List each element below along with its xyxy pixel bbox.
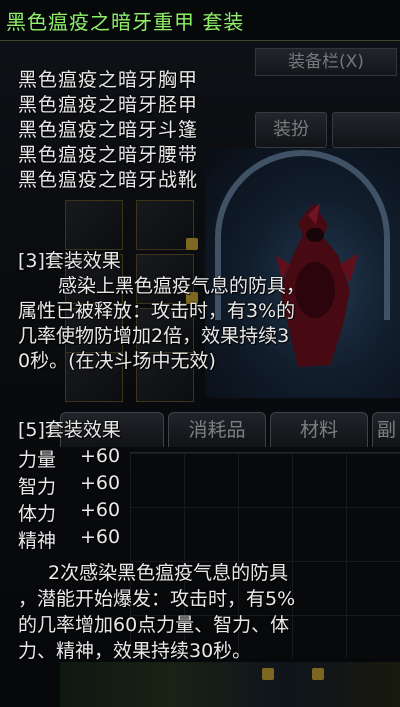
set3-line: 属性已被释放：攻击时，有3%的 <box>18 300 296 322</box>
set3-line: 感染上黑色瘟疫气息的防具， <box>58 275 306 297</box>
set-piece: 黑色瘟疫之暗牙胫甲 <box>18 94 199 116</box>
set-piece: 黑色瘟疫之暗牙战靴 <box>18 169 199 191</box>
stat-value-spirit: +60 <box>80 526 121 548</box>
item-set-tooltip: 黑色瘟疫之暗牙重甲 套装 黑色瘟疫之暗牙胸甲 黑色瘟疫之暗牙胫甲 黑色瘟疫之暗牙… <box>0 0 400 707</box>
stat-value-strength: +60 <box>80 445 121 467</box>
set5-line: 2次感染黑色瘟疫气息的防具 <box>48 562 289 584</box>
set3-line: 几率使物防增加2倍，效果持续3 <box>18 325 290 347</box>
stat-name-spirit: 精神 <box>18 530 57 552</box>
set5-header: [5]套装效果 <box>18 419 121 441</box>
set-piece: 黑色瘟疫之暗牙胸甲 <box>18 69 199 91</box>
set5-line: 的几率增加60点力量、智力、体 <box>18 614 290 636</box>
tooltip-title-bar: 黑色瘟疫之暗牙重甲 套装 <box>0 0 400 41</box>
stat-value-intelligence: +60 <box>80 472 121 494</box>
set-title: 黑色瘟疫之暗牙重甲 套装 <box>6 10 245 34</box>
set3-header: [3]套装效果 <box>18 250 121 272</box>
set-piece: 黑色瘟疫之暗牙斗篷 <box>18 119 199 141</box>
stat-value-vitality: +60 <box>80 499 121 521</box>
set5-line: ，潜能开始爆发：攻击时，有5% <box>18 588 296 610</box>
stat-name-vitality: 体力 <box>18 503 57 525</box>
stat-name-intelligence: 智力 <box>18 476 57 498</box>
stat-name-strength: 力量 <box>18 449 57 471</box>
set5-line: 力、精神，效果持续30秒。 <box>18 640 252 662</box>
set3-line: 0秒。(在决斗场中无效) <box>18 350 216 372</box>
set-piece: 黑色瘟疫之暗牙腰带 <box>18 144 199 166</box>
